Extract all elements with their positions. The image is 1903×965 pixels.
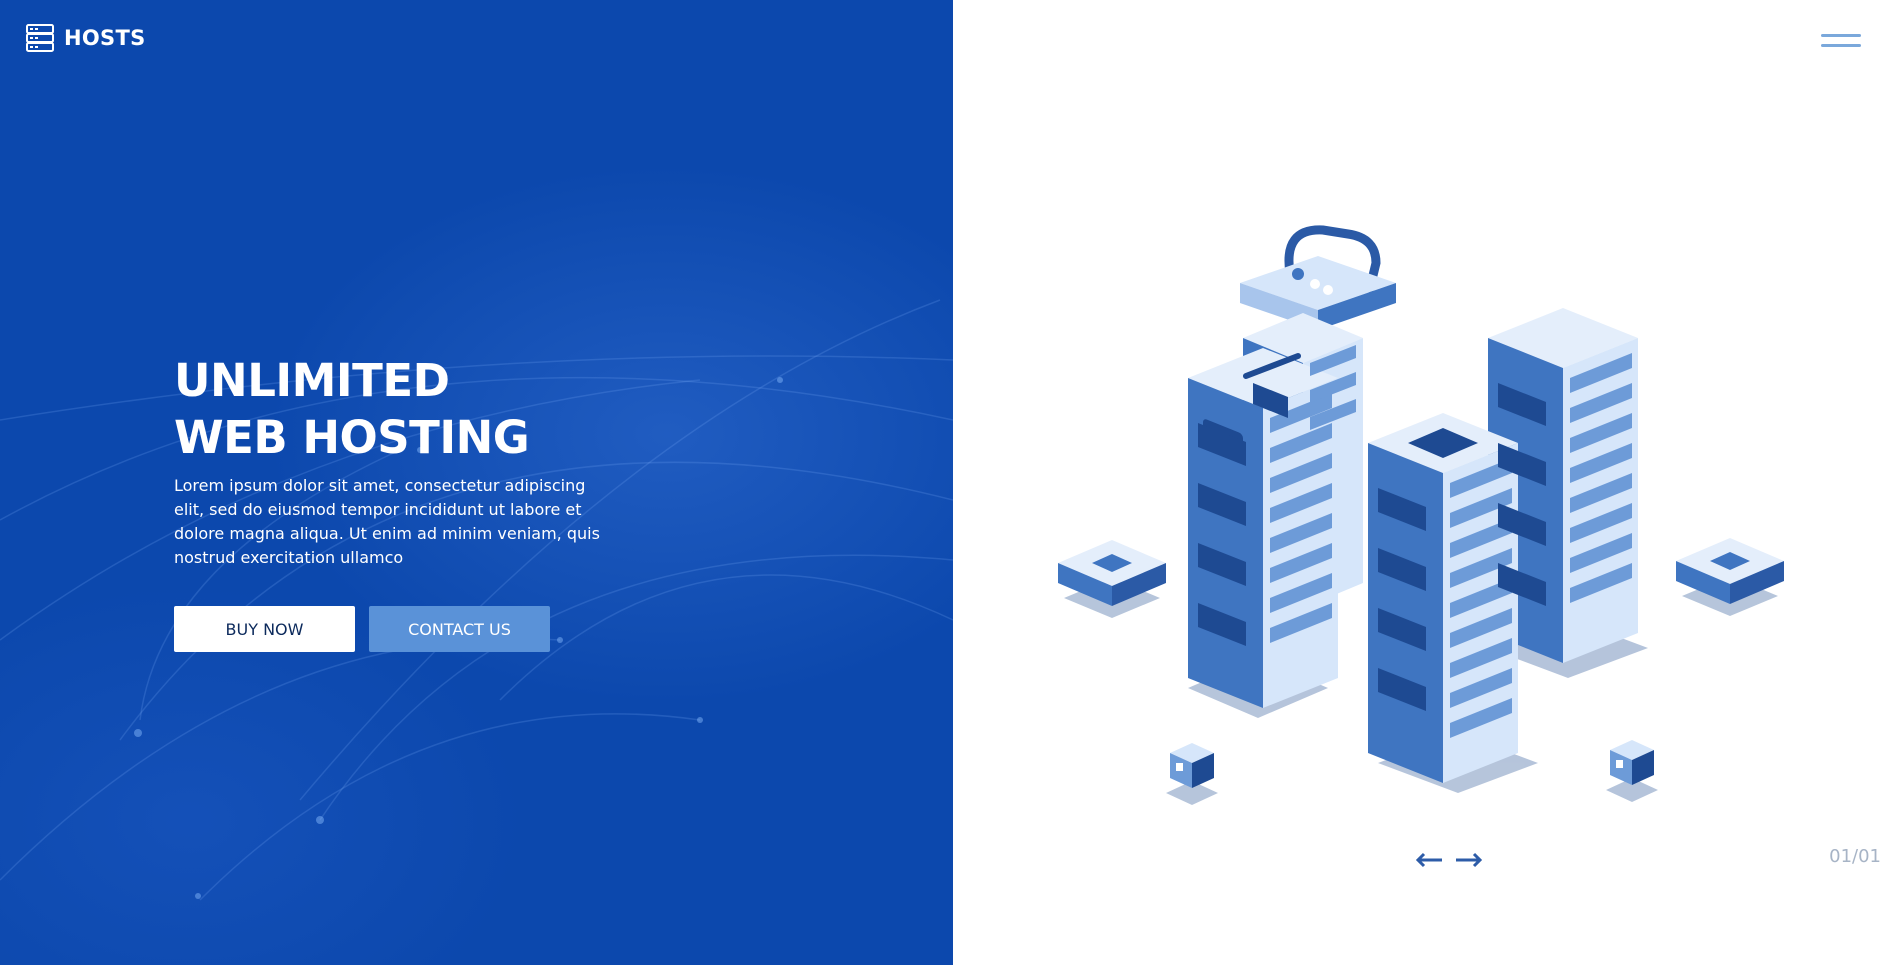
hero-title-line-1: UNLIMITED <box>174 354 450 407</box>
hero-buttons: BUY NOW CONTACT US <box>174 606 550 652</box>
buy-now-button[interactable]: BUY NOW <box>174 606 355 652</box>
slider-navigation <box>1414 850 1484 870</box>
hero-title-line-2: WEB HOSTING <box>174 411 530 464</box>
hero-content: UNLIMITED WEB HOSTING Lorem ipsum dolor … <box>174 352 614 570</box>
brand-name: HOSTS <box>64 26 146 50</box>
cube-left <box>1170 743 1214 788</box>
menu-line <box>1821 34 1861 37</box>
cube-right <box>1610 740 1654 785</box>
hero-description: Lorem ipsum dolor sit amet, consectetur … <box>174 476 600 567</box>
contact-us-button[interactable]: CONTACT US <box>369 606 550 652</box>
hamburger-menu-icon[interactable] <box>1821 32 1861 52</box>
server-stack-icon <box>26 24 54 52</box>
server-illustration <box>1058 225 1784 805</box>
menu-line <box>1821 44 1861 47</box>
brand-logo[interactable]: HOSTS <box>24 22 146 54</box>
slide-counter: 01/01 <box>1829 846 1881 867</box>
lock-graphic <box>1240 225 1396 330</box>
arrow-right-icon[interactable] <box>1454 850 1484 870</box>
arrow-left-icon[interactable] <box>1414 850 1444 870</box>
hero-title: UNLIMITED WEB HOSTING <box>174 352 614 466</box>
